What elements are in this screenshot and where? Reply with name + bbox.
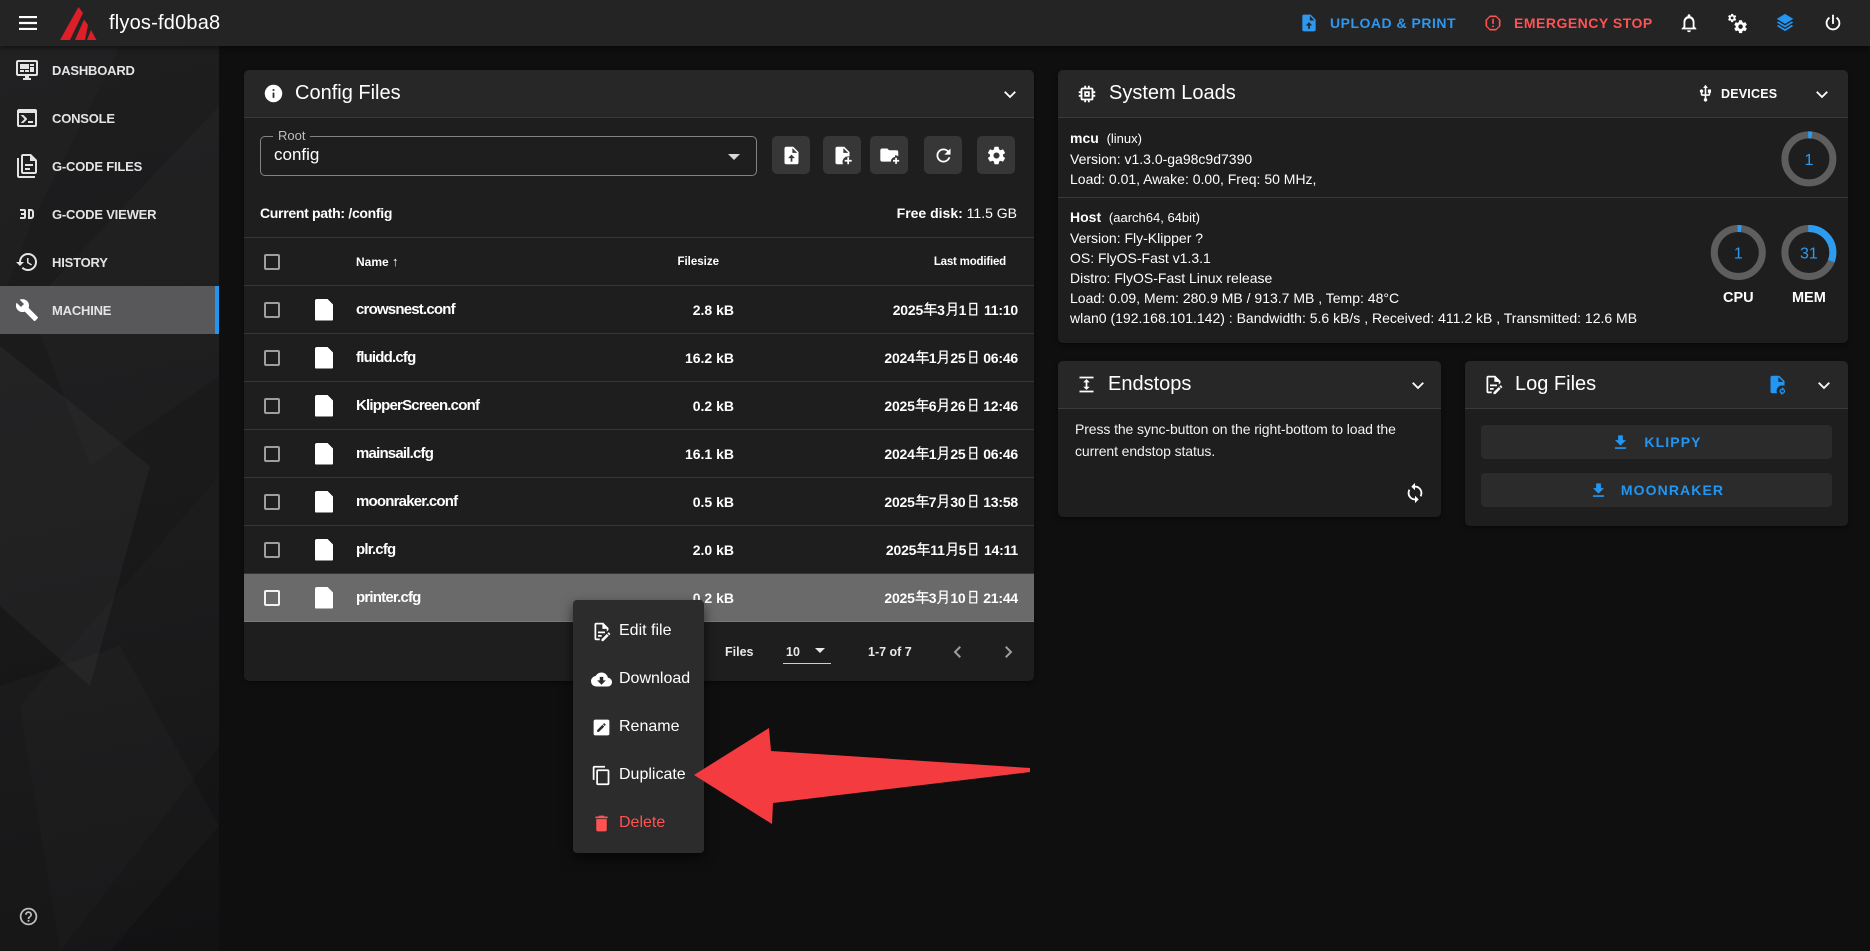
svg-text:31: 31 (1800, 246, 1818, 263)
svg-text:1: 1 (1734, 246, 1743, 263)
svg-text:CPU: CPU (1723, 290, 1754, 306)
svg-text:MEM: MEM (1792, 290, 1826, 306)
svg-text:1: 1 (1804, 152, 1813, 169)
